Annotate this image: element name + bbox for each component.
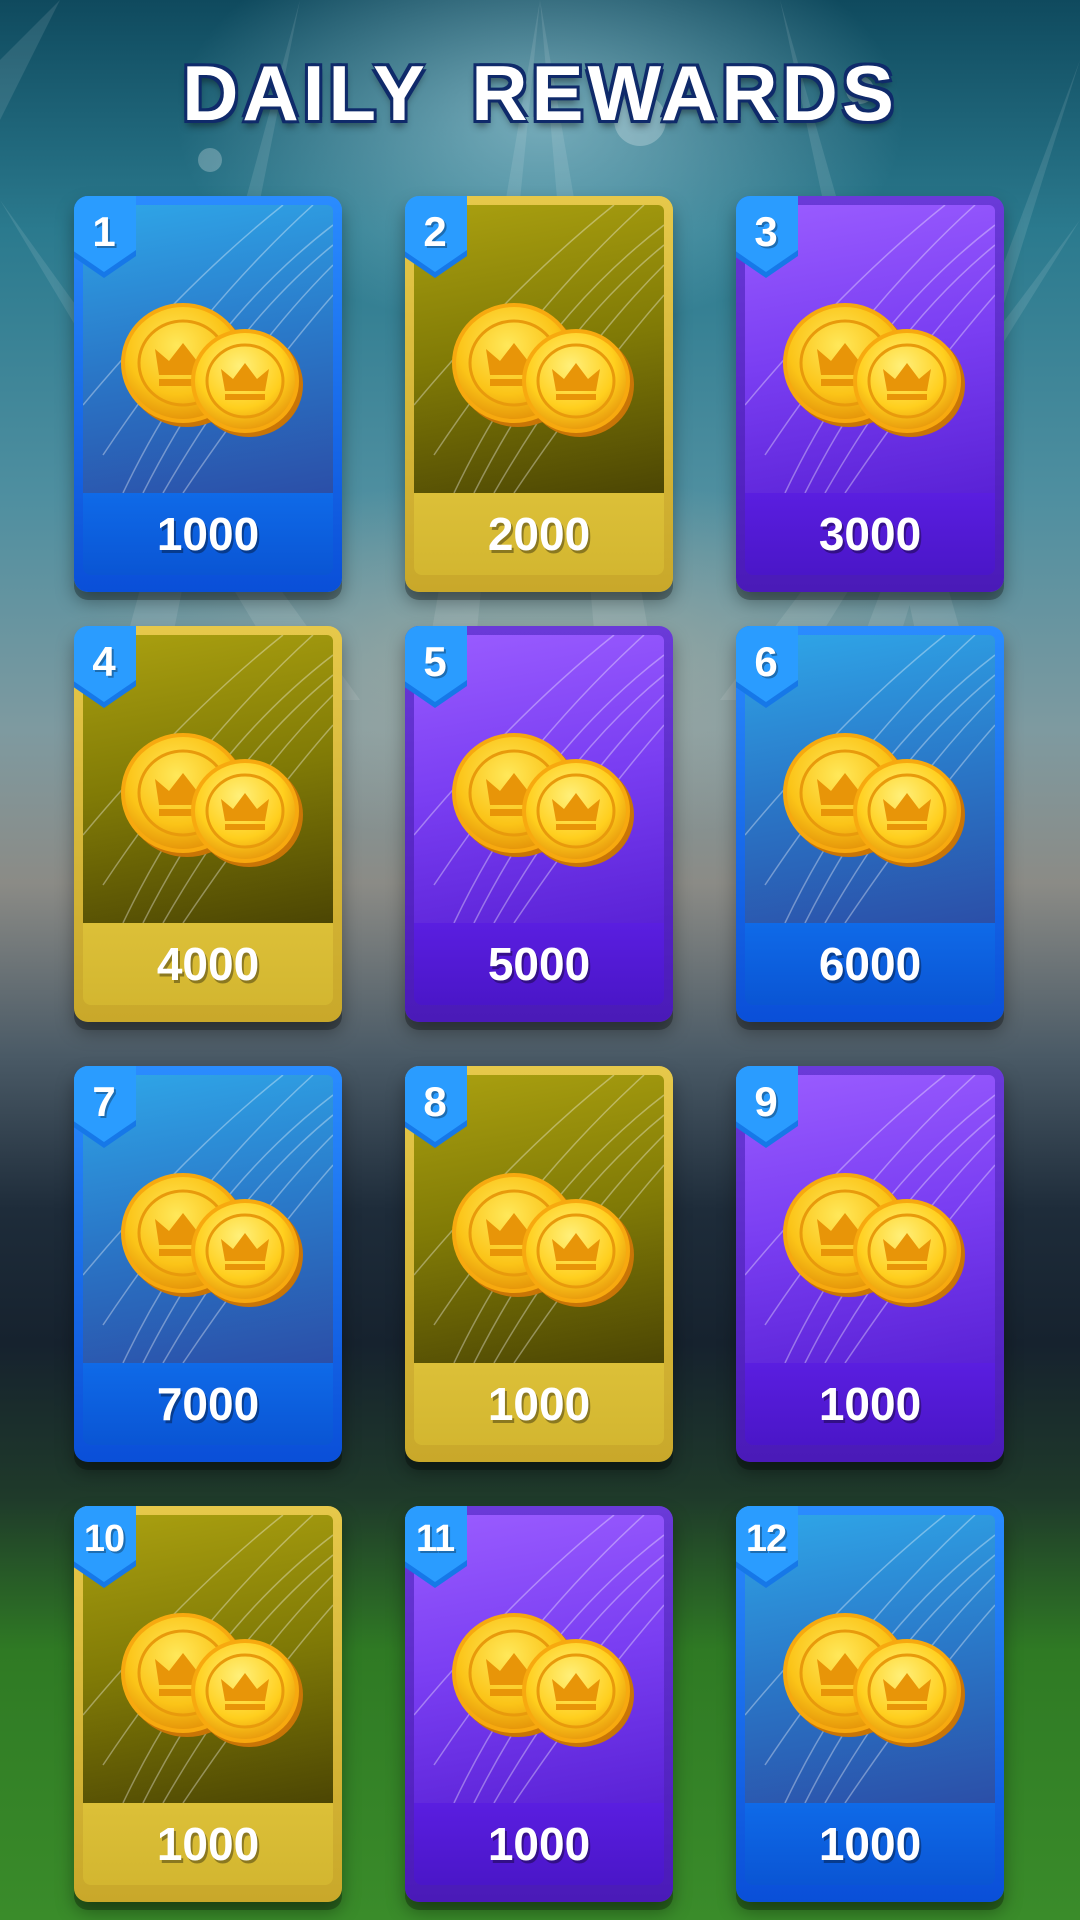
- day-badge-shield: 8: [405, 1066, 467, 1150]
- day-badge-shield: 3: [736, 196, 798, 280]
- crown-coin-icon: [121, 731, 311, 871]
- crown-coin-icon: [783, 301, 973, 441]
- reward-amount-bar: 6000: [745, 923, 995, 1005]
- reward-amount-bar: 1000: [745, 1363, 995, 1445]
- reward-card-day-3[interactable]: 3000 3: [736, 196, 1004, 592]
- reward-amount: 1000: [156, 1818, 260, 1870]
- reward-card-day-10[interactable]: 1000 10: [74, 1506, 342, 1902]
- reward-card-day-1[interactable]: 1000 1: [74, 196, 342, 592]
- reward-amount: 1000: [487, 1818, 591, 1870]
- day-number: 6: [754, 638, 778, 685]
- day-number: 11: [415, 1518, 455, 1560]
- day-number: 5: [423, 638, 447, 685]
- reward-card-day-5[interactable]: 5000 5: [405, 626, 673, 1022]
- reward-amount: 1000: [818, 1818, 922, 1870]
- reward-card-day-12[interactable]: 1000 12: [736, 1506, 1004, 1902]
- reward-amount: 1000: [818, 1378, 922, 1430]
- reward-amount-bar: 1000: [745, 1803, 995, 1885]
- day-badge-shield: 12: [736, 1506, 798, 1590]
- reward-amount-bar: 1000: [414, 1363, 664, 1445]
- reward-amount: 3000: [818, 508, 922, 560]
- reward-amount-bar: 1000: [414, 1803, 664, 1885]
- day-badge-shield: 6: [736, 626, 798, 710]
- reward-amount-bar: 3000: [745, 493, 995, 575]
- reward-amount: 1000: [487, 1378, 591, 1430]
- reward-card-day-4[interactable]: 4000 4: [74, 626, 342, 1022]
- crown-coin-icon: [452, 301, 642, 441]
- day-badge-shield: 4: [74, 626, 136, 710]
- day-number: 3: [754, 208, 778, 255]
- reward-card-day-6[interactable]: 6000 6: [736, 626, 1004, 1022]
- reward-amount: 2000: [487, 508, 591, 560]
- crown-coin-icon: [452, 1611, 642, 1751]
- reward-amount: 4000: [156, 938, 260, 990]
- reward-card-day-7[interactable]: 7000 7: [74, 1066, 342, 1462]
- day-number: 8: [423, 1078, 447, 1125]
- day-badge-shield: 5: [405, 626, 467, 710]
- day-badge-shield: 7: [74, 1066, 136, 1150]
- page-title: DAILY REWARDS: [182, 49, 898, 137]
- day-number: 1: [92, 208, 116, 255]
- reward-amount: 5000: [487, 938, 591, 990]
- reward-card-day-2[interactable]: 2000 2: [405, 196, 673, 592]
- day-number: 4: [92, 638, 116, 685]
- day-number: 9: [754, 1078, 778, 1125]
- reward-amount-bar: 1000: [83, 493, 333, 575]
- crown-coin-icon: [783, 1171, 973, 1311]
- reward-amount-bar: 1000: [83, 1803, 333, 1885]
- crown-coin-icon: [121, 301, 311, 441]
- reward-card-day-8[interactable]: 1000 8: [405, 1066, 673, 1462]
- crown-coin-icon: [121, 1611, 311, 1751]
- reward-card-day-9[interactable]: 1000 9: [736, 1066, 1004, 1462]
- day-badge-shield: 1: [74, 196, 136, 280]
- reward-amount: 6000: [818, 938, 922, 990]
- crown-coin-icon: [783, 1611, 973, 1751]
- reward-amount-bar: 5000: [414, 923, 664, 1005]
- day-badge-shield: 11: [405, 1506, 467, 1590]
- crown-coin-icon: [121, 1171, 311, 1311]
- reward-amount-bar: 4000: [83, 923, 333, 1005]
- crown-coin-icon: [452, 731, 642, 871]
- day-number: 7: [92, 1078, 116, 1125]
- day-badge-shield: 2: [405, 196, 467, 280]
- reward-amount: 7000: [156, 1378, 260, 1430]
- crown-coin-icon: [783, 731, 973, 871]
- day-number: 2: [423, 208, 447, 255]
- reward-card-day-11[interactable]: 1000 11: [405, 1506, 673, 1902]
- day-number: 10: [83, 1518, 125, 1560]
- reward-amount: 1000: [156, 508, 260, 560]
- day-badge-shield: 9: [736, 1066, 798, 1150]
- day-badge-shield: 10: [74, 1506, 136, 1590]
- day-number: 12: [745, 1518, 787, 1560]
- reward-amount-bar: 2000: [414, 493, 664, 575]
- reward-amount-bar: 7000: [83, 1363, 333, 1445]
- crown-coin-icon: [452, 1171, 642, 1311]
